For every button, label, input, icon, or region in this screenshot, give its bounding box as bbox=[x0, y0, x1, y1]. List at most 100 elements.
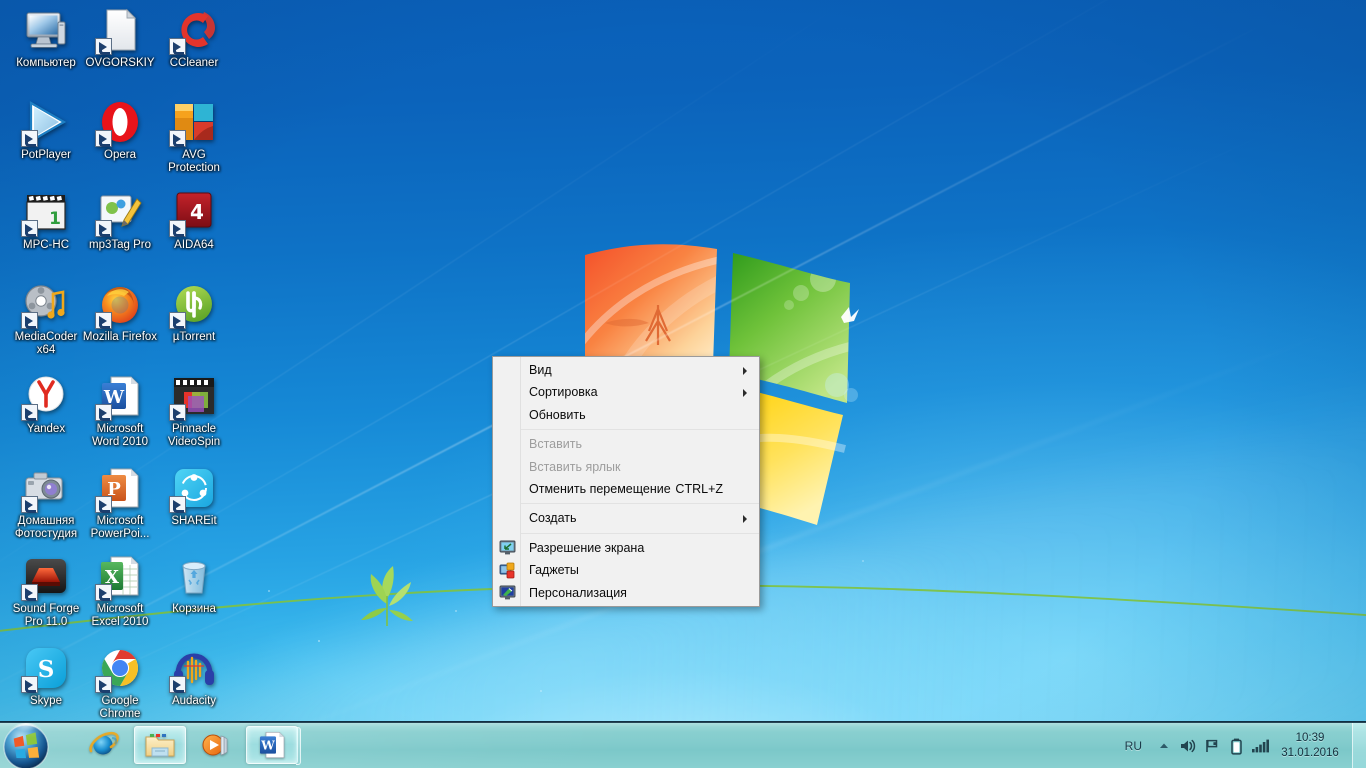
wallpaper-speck bbox=[540, 690, 542, 692]
desktop-icon-mediacoder[interactable]: MediaCoder x64 bbox=[8, 280, 84, 356]
shortcut-arrow-overlay-icon bbox=[169, 496, 186, 513]
desktop-icon-powerpoint[interactable]: P Microsoft PowerPoi... bbox=[82, 464, 158, 540]
shortcut-arrow-overlay-icon bbox=[169, 404, 186, 421]
desktop-icon-shareit[interactable]: SHAREit bbox=[156, 464, 232, 528]
firefox-icon bbox=[95, 280, 144, 329]
desktop-icon-soundforge[interactable]: Sound Forge Pro 11.0 bbox=[8, 552, 84, 628]
opera-icon bbox=[95, 98, 144, 147]
desktop-icon-yandex[interactable]: Yandex bbox=[8, 372, 84, 436]
desktop-icon-videospin[interactable]: Pinnacle VideoSpin bbox=[156, 372, 232, 448]
context-menu-item-вид[interactable]: Вид bbox=[493, 359, 759, 381]
desktop-icon-document-shortcut[interactable]: OVGORSKIY bbox=[82, 6, 158, 70]
clock[interactable]: 10:39 31.01.2016 bbox=[1272, 731, 1350, 761]
desktop-icon-label: µTorrent bbox=[172, 331, 216, 343]
shortcut-arrow-overlay-icon bbox=[95, 404, 112, 421]
submenu-arrow-icon bbox=[743, 389, 747, 398]
context-menu-item-гаджеты[interactable]: Гаджеты bbox=[493, 559, 759, 581]
soundforge-icon bbox=[21, 552, 70, 601]
taskbar-buttons: W bbox=[78, 726, 301, 766]
wallpaper-speck bbox=[455, 610, 457, 612]
word-icon: W bbox=[256, 729, 288, 761]
desktop-icon-opera[interactable]: Opera bbox=[82, 98, 158, 162]
shortcut-arrow-overlay-icon bbox=[169, 312, 186, 329]
desktop-icon-photostudio[interactable]: Домашняя Фотостудия bbox=[8, 464, 84, 540]
context-menu-item-отменить-перемещение[interactable]: Отменить перемещение CTRL+Z bbox=[493, 478, 759, 500]
context-menu-item-создать[interactable]: Создать bbox=[493, 507, 759, 529]
desktop-icon-chrome[interactable]: Google Chrome bbox=[82, 644, 158, 720]
desktop-icon-ccleaner[interactable]: CCleaner bbox=[156, 6, 232, 70]
svg-text:S: S bbox=[38, 656, 55, 683]
language-indicator[interactable]: RU bbox=[1115, 739, 1152, 753]
desktop-context-menu[interactable]: Вид Сортировка Обновить Вставить Вставить яр… bbox=[492, 356, 760, 607]
clock-date: 31.01.2016 bbox=[1281, 747, 1339, 759]
start-button[interactable] bbox=[0, 719, 54, 768]
avg-icon bbox=[169, 98, 218, 147]
desktop-icon-word[interactable]: W Microsoft Word 2010 bbox=[82, 372, 158, 448]
internet-explorer-icon bbox=[88, 729, 120, 761]
volume-icon[interactable] bbox=[1176, 731, 1200, 761]
context-menu-item-разрешение-экрана[interactable]: Разрешение экрана bbox=[493, 537, 759, 559]
context-menu-item-вставить-ярлык: Вставить ярлык bbox=[493, 456, 759, 478]
ccleaner-icon bbox=[169, 6, 218, 55]
submenu-arrow-icon bbox=[743, 515, 747, 524]
chrome-icon bbox=[95, 644, 144, 693]
context-menu-separator bbox=[521, 429, 759, 431]
shortcut-arrow-overlay-icon bbox=[21, 584, 38, 601]
shortcut-arrow-overlay-icon bbox=[95, 312, 112, 329]
context-menu-item-label: Вставить ярлык bbox=[529, 459, 621, 474]
network-signal-icon[interactable] bbox=[1248, 731, 1272, 761]
context-menu-item-вставить: Вставить bbox=[493, 433, 759, 455]
desktop-icon-label: MediaCoder x64 bbox=[14, 331, 78, 356]
action-center-flag-icon[interactable] bbox=[1200, 731, 1224, 761]
show-desktop-button[interactable] bbox=[1352, 723, 1366, 768]
show-hidden-icons-chevron-icon[interactable] bbox=[1152, 731, 1176, 761]
desktop-icon-utorrent[interactable]: µTorrent bbox=[156, 280, 232, 344]
gadgets-icon bbox=[499, 562, 516, 579]
context-menu-item-обновить[interactable]: Обновить bbox=[493, 404, 759, 426]
desktop-icon-avg[interactable]: AVG Protection bbox=[156, 98, 232, 174]
desktop[interactable]: Компьютер OVGORSKIY CCleaner PotPlayer Opera… bbox=[0, 0, 1366, 768]
desktop-icon-excel[interactable]: X Microsoft Excel 2010 bbox=[82, 552, 158, 628]
context-menu-separator bbox=[521, 503, 759, 505]
excel-icon: X bbox=[95, 552, 144, 601]
context-menu-item-персонализация[interactable]: Персонализация bbox=[493, 582, 759, 604]
desktop-icon-mpchc[interactable]: 1 MPC-HC bbox=[8, 188, 84, 252]
submenu-arrow-icon bbox=[743, 367, 747, 375]
desktop-icon-firefox[interactable]: Mozilla Firefox bbox=[82, 280, 158, 344]
context-menu-item-label: Персонализация bbox=[529, 585, 627, 600]
desktop-icon-label: SHAREit bbox=[171, 515, 217, 527]
personalization-icon bbox=[499, 584, 516, 601]
desktop-icon-label: Opera bbox=[104, 149, 136, 161]
context-menu-item-сортировка[interactable]: Сортировка bbox=[493, 381, 759, 403]
mpchc-icon: 1 bbox=[21, 188, 70, 237]
shortcut-arrow-overlay-icon bbox=[95, 38, 112, 55]
taskbar-button-word[interactable]: W bbox=[246, 726, 301, 765]
context-menu-item-label: Разрешение экрана bbox=[529, 540, 645, 555]
yandex-icon bbox=[21, 372, 70, 421]
desktop-icon-label: Домашняя Фотостудия bbox=[14, 515, 78, 540]
context-menu-items: Вид Сортировка Обновить Вставить Вставить яр… bbox=[493, 359, 759, 604]
context-menu-item-label: Сортировка bbox=[529, 385, 598, 400]
shortcut-arrow-overlay-icon bbox=[169, 676, 186, 693]
desktop-icon-mp3tag[interactable]: mp3Tag Pro bbox=[82, 188, 158, 252]
desktop-icon-label: OVGORSKIY bbox=[85, 57, 155, 69]
taskbar-button-explorer-folder[interactable] bbox=[134, 726, 186, 764]
wallpaper-speck bbox=[862, 560, 864, 562]
taskbar[interactable]: W RU 10:39 31.01.2016 bbox=[0, 719, 1366, 768]
taskbar-button-internet-explorer[interactable] bbox=[78, 726, 130, 764]
desktop-icon-label: Yandex bbox=[26, 423, 66, 435]
desktop-icon-label: AIDA64 bbox=[174, 239, 214, 251]
desktop-icon-recycle-bin[interactable]: Корзина bbox=[156, 552, 232, 616]
potplayer-icon bbox=[21, 98, 70, 147]
clock-time: 10:39 bbox=[1295, 732, 1325, 744]
shortcut-arrow-overlay-icon bbox=[21, 312, 38, 329]
taskbar-button-wmp[interactable] bbox=[190, 726, 242, 764]
desktop-icon-potplayer[interactable]: PotPlayer bbox=[8, 98, 84, 162]
desktop-icon-skype[interactable]: S Skype bbox=[8, 644, 84, 708]
desktop-icon-computer[interactable]: Компьютер bbox=[8, 6, 84, 70]
desktop-icon-label: PotPlayer bbox=[21, 149, 71, 161]
desktop-icon-label: Microsoft Word 2010 bbox=[91, 423, 149, 448]
battery-icon[interactable] bbox=[1224, 731, 1248, 761]
desktop-icon-audacity[interactable]: Audacity bbox=[156, 644, 232, 708]
desktop-icon-aida64[interactable]: 4 AIDA64 bbox=[156, 188, 232, 252]
